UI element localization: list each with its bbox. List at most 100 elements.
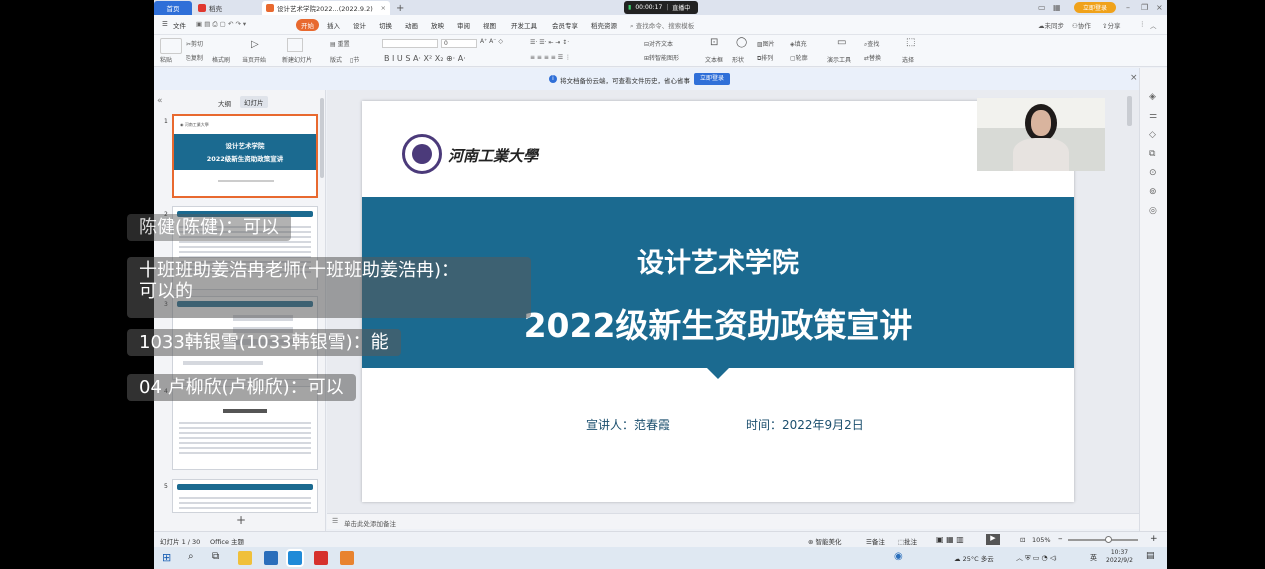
zoom-level[interactable]: 105% xyxy=(1032,536,1051,544)
fit-icon[interactable]: ⊡ xyxy=(1020,536,1025,544)
presenter-tools-button[interactable]: 演示工具 xyxy=(827,55,851,64)
view-mode-icons[interactable]: ▣ ▦ ▥ xyxy=(936,535,964,544)
menu-member[interactable]: 会员专享 xyxy=(552,20,578,30)
menu-insert[interactable]: 插入 xyxy=(327,20,340,30)
menu-start[interactable]: 开始 xyxy=(296,19,319,31)
grid-icon[interactable]: ▦ xyxy=(1053,3,1061,12)
section-button[interactable]: ▯节 xyxy=(350,55,359,64)
menu-docer-resources[interactable]: 稻壳资源 xyxy=(591,20,617,30)
menu-review[interactable]: 审阅 xyxy=(457,20,470,30)
start-from-current-button[interactable]: 当页开始 xyxy=(242,55,266,64)
new-slide-icon[interactable] xyxy=(287,38,303,52)
notes-placeholder[interactable]: 单击此处添加备注 xyxy=(344,518,396,528)
notes-area[interactable]: ☰ 单击此处添加备注 xyxy=(327,513,1139,529)
weather-widget[interactable]: ☁ 25°C 多云 xyxy=(954,553,994,563)
zoom-out-icon[interactable]: – xyxy=(1058,534,1063,544)
notes-toggle-button[interactable]: ☰备注 xyxy=(866,536,885,546)
arrange-button[interactable]: ⧉排列 xyxy=(757,53,773,63)
cut-button[interactable]: ✂剪切 xyxy=(186,39,203,48)
minimize-icon[interactable]: – xyxy=(1126,3,1130,12)
select-button[interactable]: 选择 xyxy=(902,55,914,64)
tab-slides[interactable]: 幻灯片 xyxy=(240,96,268,108)
wps-icon[interactable] xyxy=(314,551,328,565)
list-buttons[interactable]: ☰· ☰· ⇤ ⇥ ↕· xyxy=(530,39,569,46)
task-view-icon[interactable]: ⧉ xyxy=(212,551,219,562)
convert-smartart-button[interactable]: ⊞转智能图形 xyxy=(644,53,679,62)
font-size-select[interactable]: 0 xyxy=(441,39,477,48)
zoom-in-icon[interactable]: + xyxy=(1150,534,1158,544)
close-tab-icon[interactable]: × xyxy=(381,4,386,12)
share-button[interactable]: ⇪分享 xyxy=(1102,20,1120,30)
menu-view[interactable]: 视图 xyxy=(483,20,496,30)
smart-beautify-button[interactable]: ⊛ 智能美化 xyxy=(808,536,842,546)
align-text-button[interactable]: ⊟对齐文本 xyxy=(644,39,673,48)
tab-home[interactable]: 首页 xyxy=(154,1,192,15)
more-icon[interactable]: ⋮ xyxy=(1139,20,1146,28)
picture-button[interactable]: ▨图片 xyxy=(757,39,775,48)
close-icon[interactable]: × xyxy=(1156,3,1163,12)
presenter-tools-icon[interactable]: ▭ xyxy=(837,37,846,48)
textbox-icon[interactable]: ⊡ xyxy=(710,37,718,48)
menu-animation[interactable]: 动画 xyxy=(405,20,418,30)
textbox-button[interactable]: 文本框 xyxy=(705,55,723,64)
new-tab-button[interactable]: + xyxy=(392,1,406,15)
slide-thumbnail-5[interactable] xyxy=(172,479,318,513)
play-slideshow-button[interactable]: ▶ xyxy=(986,534,1000,545)
quick-access-icons[interactable]: ▣ ▤ ⎙ ▢ ↶ ↷ ▾ xyxy=(196,20,246,29)
font-style-buttons[interactable]: B I U S A· X² X₂ ⊕· A· xyxy=(384,54,466,63)
zoom-slider-handle[interactable] xyxy=(1105,536,1112,543)
menu-design[interactable]: 设计 xyxy=(353,20,366,30)
speaker-text[interactable]: 宣讲人：范春霞 xyxy=(586,416,670,433)
collab-button[interactable]: ⚇协作 xyxy=(1072,20,1091,30)
format-painter-button[interactable]: 格式刷 xyxy=(212,55,230,64)
collapse-panel-icon[interactable]: « xyxy=(157,96,163,106)
paste-icon[interactable] xyxy=(160,38,182,54)
layout-menu[interactable]: 版式 xyxy=(330,55,342,64)
search-command[interactable]: ⌕ 查找命令、搜索模板 xyxy=(630,20,694,31)
panel-scrollbar[interactable] xyxy=(320,98,324,178)
windows-start-icon[interactable]: ⊞ xyxy=(162,551,171,564)
font-name-select[interactable] xyxy=(382,39,438,48)
replace-button[interactable]: ⇄替换 xyxy=(864,53,881,62)
sync-status[interactable]: ☁未同步 xyxy=(1038,20,1064,30)
notice-login-button[interactable]: 立即登录 xyxy=(694,73,730,85)
active-app-icon[interactable] xyxy=(286,549,304,567)
menu-developer[interactable]: 开发工具 xyxy=(511,20,537,30)
tab-outline[interactable]: 大纲 xyxy=(218,98,231,108)
search-icon[interactable]: ⌕ xyxy=(188,551,194,562)
paste-button[interactable]: 粘贴 xyxy=(160,55,172,64)
new-slide-button[interactable]: 新建幻灯片 xyxy=(282,55,312,64)
add-slide-button[interactable]: + xyxy=(236,513,246,527)
slide-thumbnail-1[interactable]: ◉ 河南工業大學 设计艺术学院 2022级新生资助政策宣讲 xyxy=(172,114,318,198)
copy-button[interactable]: ⎘复制 xyxy=(186,53,203,63)
tab-docer[interactable]: 稻壳 xyxy=(194,1,258,15)
find-button[interactable]: ⌕查找 xyxy=(864,39,879,49)
fill-button[interactable]: ◈填充 xyxy=(790,39,807,48)
select-icon[interactable]: ⬚ xyxy=(906,37,915,48)
shape-icon[interactable]: ◯ xyxy=(736,37,747,48)
tab-document[interactable]: 设计艺术学院2022...(2022.9.2) × xyxy=(262,1,390,15)
zoom-slider[interactable] xyxy=(1068,539,1138,541)
layout-button[interactable]: ▤ 重置 xyxy=(330,39,350,48)
file-explorer-icon[interactable] xyxy=(238,551,252,565)
live-app-icon[interactable] xyxy=(340,551,354,565)
shape-button[interactable]: 形状 xyxy=(732,55,744,64)
comment-button[interactable]: ⬚批注 xyxy=(898,536,917,546)
app-icon[interactable] xyxy=(264,551,278,565)
task-pane-icons[interactable]: ◈ ⚌ ◇ ⧉ ⊙ ⊚ ◎ xyxy=(1149,88,1157,221)
play-icon[interactable]: ▷ xyxy=(251,39,259,50)
notice-close-icon[interactable]: × xyxy=(1130,73,1138,83)
login-button[interactable]: 立即登录 xyxy=(1074,2,1116,13)
align-buttons[interactable]: ≡ ≡ ≡ ≡ ☰ ⋮ xyxy=(530,54,571,61)
input-language[interactable]: 英 xyxy=(1090,553,1097,563)
menu-transition[interactable]: 切换 xyxy=(379,20,392,30)
menu-slideshow[interactable]: 放映 xyxy=(431,20,444,30)
layout-icon[interactable]: ▭ xyxy=(1038,3,1046,12)
notification-icon[interactable]: ▤ xyxy=(1146,551,1155,561)
canvas-scrollbar[interactable] xyxy=(1127,96,1132,126)
menu-file[interactable]: 文件 xyxy=(173,20,186,30)
tray-app-icon[interactable]: ◉ xyxy=(894,551,903,562)
maximize-icon[interactable]: ❐ xyxy=(1141,3,1148,12)
outline-button[interactable]: ▢轮廓 xyxy=(790,53,808,62)
date-text[interactable]: 时间：2022年9月2日 xyxy=(746,416,864,433)
